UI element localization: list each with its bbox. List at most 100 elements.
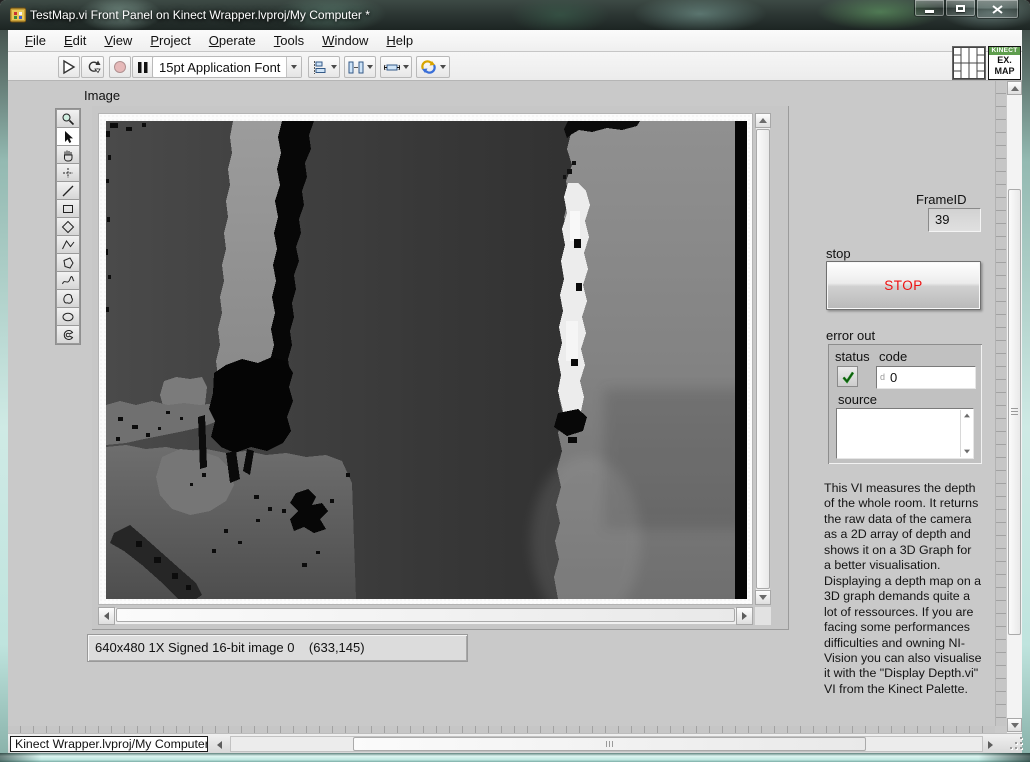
tool-pan[interactable] [56,145,80,164]
font-selector[interactable]: 15pt Application Font [152,56,302,78]
resize-objects-button[interactable] [380,56,412,78]
font-selector-arrow[interactable] [286,57,301,77]
image-hscrollbar[interactable] [98,607,753,625]
stop-button-label: STOP [884,278,923,293]
menu-window[interactable]: Window [313,31,377,50]
menu-help[interactable]: Help [377,31,422,50]
window-title: TestMap.vi Front Panel on Kinect Wrapper… [30,8,370,22]
pause-button[interactable] [132,56,154,78]
menu-file[interactable]: File [16,31,55,50]
image-hscroll-thumb[interactable] [116,608,735,622]
source-label: source [838,392,877,407]
tool-freehand-region[interactable] [56,289,80,308]
source-scrollbar [960,410,972,457]
checkmark-icon [841,370,855,384]
menu-operate[interactable]: Operate [200,31,265,50]
window-border-left [0,30,8,753]
labview-window: TestMap.vi Front Panel on Kinect Wrapper… [0,0,1030,762]
panel-vscrollbar[interactable] [1006,81,1022,733]
image-scroll-right-button[interactable] [736,607,753,625]
image-scroll-down-button[interactable] [755,590,771,605]
panel-vscroll-thumb[interactable] [1008,189,1021,635]
image-scroll-corner [755,607,771,625]
menu-edit[interactable]: Edit [55,31,95,50]
code-label: code [879,349,907,364]
panel-scroll-up-button[interactable] [1007,81,1022,95]
image-vscrollbar[interactable] [755,113,771,605]
vi-description-text: This VI measures the depth of the whole … [824,481,1024,697]
tool-line[interactable] [56,181,80,200]
image-scroll-left-button[interactable] [98,607,115,625]
vi-icon[interactable]: KINECT EX. MAP [988,46,1021,80]
error-status-led [837,366,858,387]
hscroll-right-icon[interactable] [988,741,993,749]
polygon-icon [61,256,75,270]
window-border-bottom [0,753,1030,762]
run-button[interactable] [58,56,80,78]
reorder-objects-button[interactable] [416,56,450,78]
tool-polyline[interactable] [56,235,80,254]
align-objects-icon [312,60,328,75]
panel-right-gutter [995,81,1006,726]
tool-annulus[interactable] [56,325,80,344]
image-scroll-up-button[interactable] [755,113,771,128]
font-selector-value: 15pt Application Font [153,60,286,75]
panel-hscroll-thumb[interactable] [353,737,866,751]
run-continuously-button[interactable] [81,56,104,78]
source-scroll-down-icon[interactable] [964,450,970,454]
polyline-icon [61,238,75,252]
diamond-icon [61,220,75,234]
window-resize-grip[interactable] [1008,737,1026,751]
depth-map-image[interactable] [106,121,747,599]
distribute-objects-button[interactable] [344,56,376,78]
toolbar: 15pt Application Font [8,52,1022,81]
panel-bottom-gutter [8,726,995,733]
source-scroll-up-icon[interactable] [964,414,970,418]
panel-scroll-down-button[interactable] [1007,718,1022,732]
stop-button[interactable]: STOP [826,261,981,310]
frameid-label: FrameID [916,192,967,207]
execution-target-label[interactable]: Kinect Wrapper.lvproj/My Computer [10,736,208,752]
tool-oval[interactable] [56,307,80,326]
error-out-cluster: status code d 0 source [828,344,982,464]
bottom-bar: Kinect Wrapper.lvproj/My Computer [8,733,1022,753]
minimize-icon [925,10,934,13]
menu-tools[interactable]: Tools [265,31,313,50]
tool-select[interactable] [56,127,80,146]
oval-icon [61,310,75,324]
image-vscroll-thumb[interactable] [756,129,770,589]
tool-freehand-line[interactable] [56,271,80,290]
minimize-button[interactable] [914,0,945,17]
vi-icon-line1: EX. [989,55,1020,66]
freehand-region-icon [61,292,75,306]
panel-hscrollbar[interactable] [230,736,983,752]
menu-view[interactable]: View [95,31,141,50]
image-control-label: Image [84,88,120,103]
vi-icon-line2: MAP [989,66,1020,77]
error-source-field[interactable] [836,408,974,459]
radix-indicator[interactable]: d [880,372,885,382]
title-bar[interactable]: TestMap.vi Front Panel on Kinect Wrapper… [0,0,1030,30]
connector-pane-icon[interactable] [952,46,986,80]
pause-icon [137,61,149,74]
tool-polygon[interactable] [56,253,80,272]
abort-button[interactable] [109,56,131,78]
annulus-icon [61,328,75,342]
maximize-button[interactable] [945,0,976,17]
connector-grid-icon [953,47,985,79]
vi-icon-header: KINECT [989,47,1020,55]
tool-point[interactable] [56,163,80,182]
cursor-icon [61,130,75,144]
close-button[interactable] [976,0,1019,19]
run-continuous-icon [85,59,101,75]
resize-objects-icon [384,60,400,75]
tool-rotated-rectangle[interactable] [56,217,80,236]
zoom-icon [61,112,75,126]
image-display [92,106,789,630]
tool-rectangle[interactable] [56,199,80,218]
align-objects-button[interactable] [308,56,340,78]
hscroll-left-icon[interactable] [217,741,222,749]
error-code-field[interactable]: d 0 [876,366,976,389]
tool-zoom[interactable] [56,109,80,128]
menu-project[interactable]: Project [141,31,199,50]
